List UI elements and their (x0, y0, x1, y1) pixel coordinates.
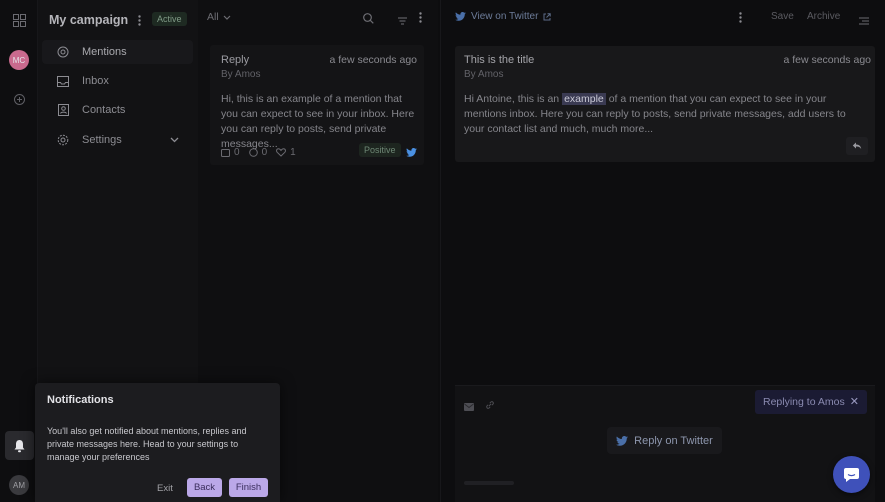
detail-more-icon[interactable] (739, 10, 742, 28)
replying-to-chip: Replying to Amos ✕ (755, 390, 867, 414)
sidebar-item-label: Inbox (82, 75, 109, 87)
reply-composer: Replying to Amos ✕ Reply on Twitter (455, 385, 875, 502)
at-icon (56, 45, 70, 59)
mention-title: Reply (221, 54, 250, 66)
detail-toolbar: View on Twitter Save Archive (441, 0, 885, 34)
dashboard-icon[interactable] (9, 10, 29, 30)
chat-icon (844, 467, 859, 482)
mention-author: By Amos (221, 69, 261, 80)
campaign-title: My campaign (49, 13, 129, 27)
twitter-icon (406, 144, 417, 162)
exit-button[interactable]: Exit (157, 483, 173, 494)
sidebar-item-label: Contacts (82, 104, 126, 116)
detail-author: By Amos (464, 69, 504, 80)
sidebar-item-label: Settings (82, 134, 122, 146)
comment-icon (221, 148, 230, 157)
mail-icon[interactable] (464, 398, 474, 416)
close-icon[interactable]: ✕ (850, 395, 859, 408)
view-on-twitter-label: View on Twitter (471, 11, 539, 22)
mention-stats: 0 0 1 (221, 147, 296, 158)
search-icon[interactable] (363, 11, 374, 29)
composer-placeholder-bar (464, 481, 514, 485)
notifications-tour-popover: Notifications You'll also get notified a… (35, 383, 280, 502)
detail-body-start: Hi Antoine, this is an (464, 93, 560, 105)
reply-icon (248, 148, 258, 157)
sidebar-item-contacts[interactable]: Contacts (42, 98, 193, 122)
list-more-icon[interactable] (419, 10, 422, 28)
add-campaign-icon[interactable] (9, 89, 29, 109)
campaign-more-icon[interactable] (134, 12, 144, 28)
gear-icon (56, 133, 70, 147)
mention-card[interactable]: Reply a few seconds ago By Amos Hi, this… (210, 45, 424, 165)
comment-stat: 0 (221, 147, 240, 158)
mention-detail-panel: View on Twitter Save Archive This is the… (440, 0, 885, 502)
contacts-icon (56, 103, 70, 117)
popover-title: Notifications (47, 394, 114, 406)
notifications-bell-button[interactable] (5, 431, 34, 460)
chevron-down-icon (223, 15, 231, 20)
archive-button[interactable]: Archive (807, 11, 840, 22)
detail-title: This is the title (464, 54, 535, 66)
sort-icon[interactable] (398, 12, 407, 30)
replying-to-label: Replying to Amos (763, 396, 845, 408)
sentiment-badge: Positive (359, 143, 401, 157)
left-rail: MC AM (0, 0, 38, 502)
detail-time: a few seconds ago (783, 54, 871, 66)
reply-on-twitter-button[interactable]: Reply on Twitter (607, 427, 722, 454)
popover-body: You'll also get notified about mentions,… (47, 426, 247, 462)
heart-icon (276, 148, 287, 157)
comment-count: 0 (234, 147, 240, 158)
filter-label: All (207, 11, 219, 23)
like-stat: 1 (276, 147, 296, 158)
view-on-twitter-link[interactable]: View on Twitter (455, 11, 552, 22)
filter-select[interactable]: All (207, 11, 231, 23)
external-link-icon (543, 12, 552, 20)
like-count: 1 (290, 147, 296, 158)
campaign-avatar[interactable]: MC (9, 50, 29, 70)
user-avatar[interactable]: AM (9, 475, 29, 495)
reply-stat: 0 (248, 147, 268, 158)
back-button[interactable]: Back (187, 478, 222, 497)
chat-support-button[interactable] (833, 456, 870, 493)
app-window: MC AM My campaign Active Mentions Inbox … (0, 0, 885, 502)
detail-body: Hi Antoine, this is an example of a ment… (464, 92, 869, 137)
reply-arrow-icon (852, 142, 862, 149)
finish-button[interactable]: Finish (229, 478, 268, 497)
status-badge: Active (152, 12, 187, 26)
menu-icon[interactable] (859, 12, 869, 30)
list-toolbar: All (198, 0, 438, 34)
keyword-highlight: example (562, 93, 606, 105)
bell-icon (14, 439, 25, 452)
mention-time: a few seconds ago (329, 54, 417, 66)
sidebar-item-inbox[interactable]: Inbox (42, 69, 193, 93)
mention-detail-card: This is the title a few seconds ago By A… (455, 46, 875, 162)
reply-arrow-button[interactable] (846, 137, 868, 155)
reply-count: 0 (261, 147, 268, 158)
save-button[interactable]: Save (771, 11, 794, 22)
sidebar-item-label: Mentions (82, 46, 127, 58)
twitter-icon (616, 435, 629, 446)
chevron-down-icon[interactable] (170, 134, 179, 146)
sidebar-item-mentions[interactable]: Mentions (42, 40, 193, 64)
link-icon[interactable] (485, 397, 495, 415)
sidebar-item-settings[interactable]: Settings (42, 128, 193, 152)
reply-on-twitter-label: Reply on Twitter (634, 434, 713, 447)
inbox-icon (56, 74, 70, 88)
twitter-icon (455, 12, 466, 21)
